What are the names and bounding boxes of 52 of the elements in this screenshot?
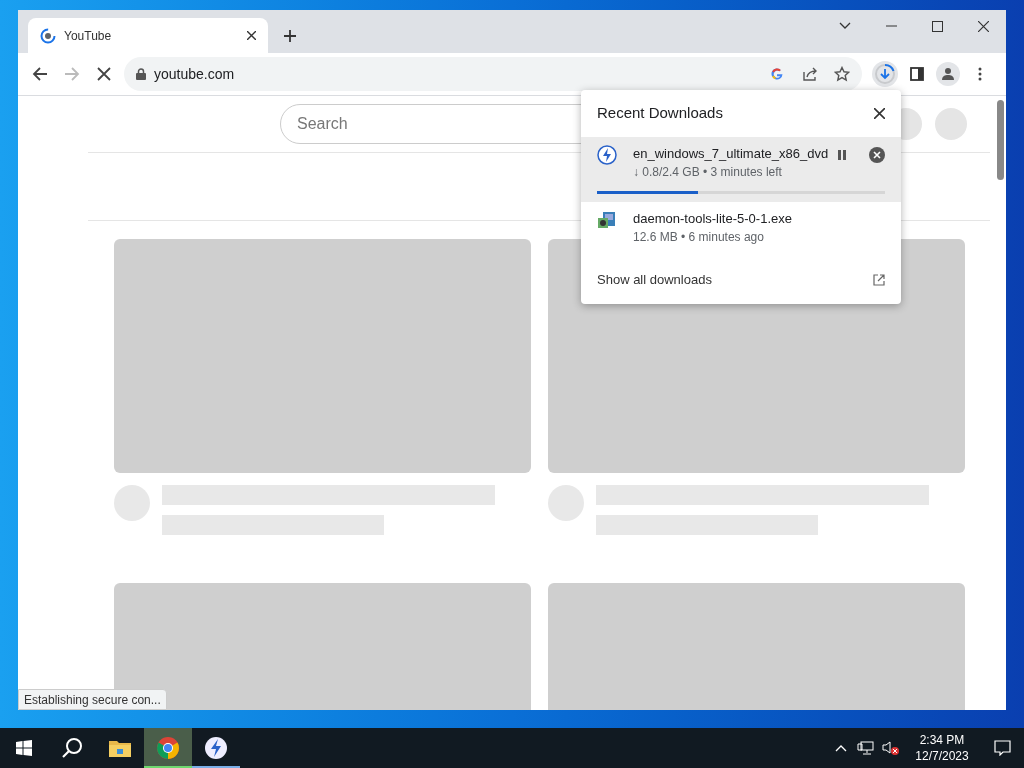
plus-icon [283,29,297,43]
download-status: ↓ 0.8/2.4 GB • 3 minutes left [633,164,783,181]
lightning-bolt-icon [597,145,617,165]
download-button[interactable] [872,61,898,87]
download-status: 12.6 MB • 6 minutes ago [633,229,765,246]
cancel-icon[interactable] [869,147,885,163]
share-icon[interactable] [802,66,818,82]
url-text: youtube.com [154,64,235,84]
star-icon[interactable] [834,66,850,82]
side-panel-icon[interactable] [910,67,924,81]
person-icon [941,67,955,81]
network-icon[interactable] [857,740,874,756]
stop-icon [97,67,111,81]
minimize-icon [885,25,897,27]
muted-speaker-icon[interactable] [882,740,900,756]
chrome-app-button[interactable] [144,728,192,768]
speech-bubble-icon [993,740,1011,756]
open-external-icon[interactable] [873,274,885,286]
download-item[interactable]: daemon-tools-lite-5-0-1.exe 12.6 MB • 6 minutes ago [581,202,901,258]
back-arrow-icon [32,66,48,82]
file-name: daemon-tools-lite-5-0-1.exe [633,210,793,228]
download-item[interactable]: en_windows_7_ultimate_x86_dvd ↓ 0.8/2.4 GB • 3 minutes left [581,137,901,202]
close-icon[interactable] [247,31,256,40]
avatar-placeholder [935,108,967,140]
folder-icon [108,738,132,758]
tab-title: YouTube [64,27,113,45]
file-name: en_windows_7_ultimate_x86_dvd [633,145,830,163]
profile-button[interactable] [936,62,960,86]
maximize-icon [931,20,943,32]
forward-arrow-icon [64,66,80,82]
close-icon[interactable] [874,108,885,119]
scrollbar-thumb[interactable] [997,100,1004,180]
site-favicon-icon [40,27,56,44]
close-icon [977,20,989,32]
google-g-icon[interactable] [770,67,784,81]
show-all-downloads-link[interactable]: Show all downloads [597,270,712,290]
menu-icon[interactable] [978,67,982,81]
chevron-down-icon [839,22,851,30]
lock-icon [136,68,146,80]
download-icon [874,63,896,85]
installer-icon [597,210,617,230]
chevron-up-icon[interactable] [835,744,847,752]
windows-icon [16,740,32,756]
lightning-bolt-icon [204,736,228,760]
clock-date[interactable]: 12/7/2023 [915,748,969,764]
pause-icon[interactable] [837,149,847,161]
chrome-icon [156,736,180,760]
status-bubble: Establishing secure con... [18,689,167,710]
address-bar[interactable]: youtube.com [124,57,862,91]
search-icon [61,737,83,759]
clock-time[interactable]: 2:34 PM [919,732,965,748]
browser-tab[interactable]: YouTube [28,18,268,53]
